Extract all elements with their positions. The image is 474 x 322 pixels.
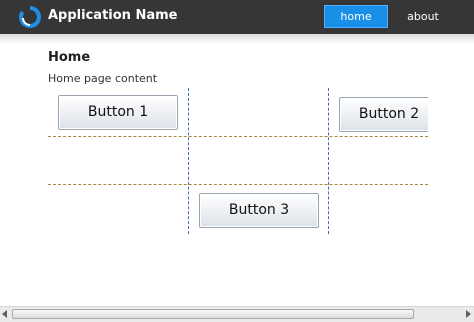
header-shadow <box>0 34 474 44</box>
grid-column-divider <box>328 88 329 234</box>
app-title: Application Name <box>48 8 178 23</box>
nav-home-link[interactable]: home <box>324 5 388 28</box>
button-3[interactable]: Button 3 <box>199 193 319 228</box>
button-grid: Button 1 Button 2 Button 3 <box>0 88 428 238</box>
app-logo-icon <box>19 5 41 29</box>
scroll-right-arrow-icon[interactable] <box>466 310 471 318</box>
scrollbar-thumb[interactable] <box>12 309 414 319</box>
page-content-text: Home page content <box>48 72 158 85</box>
nav-about-link[interactable]: about <box>400 5 446 28</box>
button-1[interactable]: Button 1 <box>58 95 178 130</box>
grid-column-divider <box>188 88 189 234</box>
horizontal-scrollbar[interactable] <box>0 306 474 322</box>
page-title: Home <box>48 50 91 65</box>
app-header: Application Name home about <box>0 0 474 34</box>
grid-row-divider <box>48 184 428 185</box>
scroll-left-arrow-icon[interactable] <box>2 310 7 318</box>
grid-row-divider <box>48 136 428 137</box>
button-2[interactable]: Button 2 <box>339 97 428 132</box>
